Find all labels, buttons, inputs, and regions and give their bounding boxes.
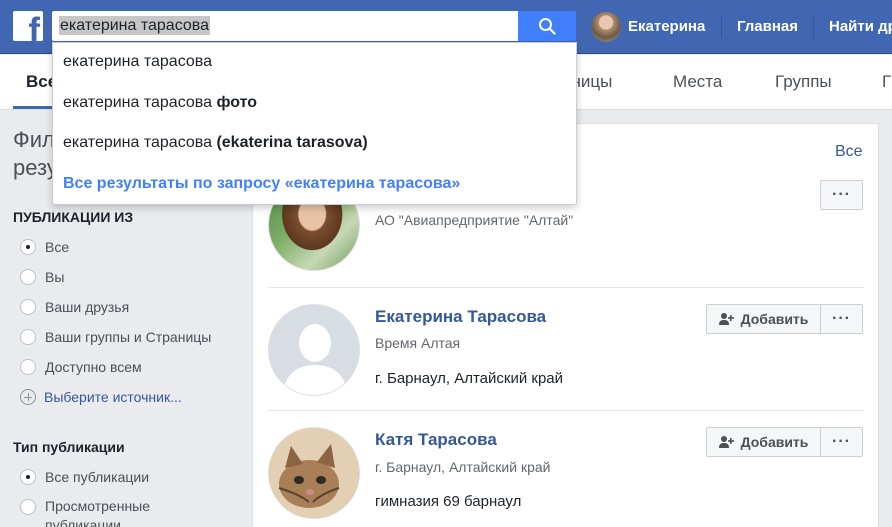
row-divider bbox=[268, 410, 864, 411]
more-options-button[interactable]: ··· bbox=[820, 304, 863, 334]
see-all-results-link[interactable]: Все результаты по запросу «екатерина тар… bbox=[63, 175, 460, 193]
tab-more[interactable]: Г bbox=[882, 72, 891, 92]
more-options-button[interactable]: ··· bbox=[820, 427, 863, 457]
avatar[interactable] bbox=[268, 304, 360, 396]
person-education: гимназия 69 барнаул bbox=[375, 493, 522, 510]
tab-places[interactable]: Места bbox=[673, 72, 722, 92]
add-friend-icon bbox=[718, 313, 734, 325]
posts-from-heading: ПУБЛИКАЦИИ ИЗ bbox=[13, 209, 134, 225]
search-icon bbox=[539, 18, 556, 35]
radio-option-public[interactable]: Доступно всем bbox=[20, 357, 142, 377]
radio-option-you[interactable]: Вы bbox=[20, 267, 64, 287]
search-button[interactable] bbox=[518, 11, 576, 41]
suggestion-item[interactable]: екатерина тарасова (ekaterina tarasova) bbox=[63, 134, 368, 152]
radio-button[interactable] bbox=[20, 469, 36, 485]
radio-button[interactable] bbox=[20, 329, 36, 345]
radio-button[interactable] bbox=[20, 239, 36, 255]
kitten-photo-icon bbox=[269, 428, 359, 518]
radio-option-groups-pages[interactable]: Ваши группы и Страницы bbox=[20, 327, 211, 347]
suggestion-item[interactable]: екатерина тарасова bbox=[63, 53, 212, 71]
profile-link[interactable]: Екатерина bbox=[628, 18, 705, 35]
person-workplace: АО "Авиапредприятие "Алтай" bbox=[375, 212, 574, 228]
person-location: г. Барнаул, Алтайский край bbox=[375, 370, 564, 387]
tab-groups[interactable]: Группы bbox=[775, 72, 832, 92]
facebook-logo[interactable]: f bbox=[13, 11, 43, 41]
user-avatar[interactable] bbox=[591, 12, 621, 42]
add-friend-button[interactable]: Добавить bbox=[706, 304, 821, 334]
search-input[interactable]: екатерина тарасова bbox=[52, 11, 519, 41]
find-friends-link[interactable]: Найти др bbox=[829, 18, 892, 35]
add-friend-button[interactable]: Добавить bbox=[706, 427, 821, 457]
see-all-link[interactable]: Все bbox=[835, 143, 863, 161]
radio-option-friends[interactable]: Ваши друзья bbox=[20, 297, 129, 317]
nav-divider bbox=[721, 16, 722, 38]
person-name-link[interactable]: Катя Тарасова bbox=[375, 430, 497, 450]
row-divider bbox=[268, 287, 864, 288]
radio-option-viewed-posts[interactable]: Просмотренные публикации bbox=[20, 497, 240, 527]
add-friend-icon bbox=[718, 436, 734, 448]
search-suggestions-dropdown: екатерина тарасова екатерина тарасова фо… bbox=[52, 42, 577, 205]
suggestion-item[interactable]: екатерина тарасова фото bbox=[63, 94, 257, 112]
post-type-heading: Тип публикации bbox=[13, 439, 125, 455]
radio-button[interactable] bbox=[20, 299, 36, 315]
radio-button[interactable] bbox=[20, 269, 36, 285]
person-location: г. Барнаул, Алтайский край bbox=[375, 459, 551, 475]
avatar[interactable] bbox=[268, 427, 360, 519]
search-input-value[interactable]: екатерина тарасова bbox=[59, 16, 210, 35]
radio-button[interactable] bbox=[20, 499, 36, 515]
plus-circle-icon bbox=[20, 389, 36, 405]
radio-option-all[interactable]: Все bbox=[20, 237, 69, 257]
radio-button[interactable] bbox=[20, 359, 36, 375]
person-workplace: Время Алтая bbox=[375, 335, 461, 351]
default-profile-silhouette-icon bbox=[269, 305, 359, 395]
nav-divider bbox=[813, 16, 814, 38]
radio-option-all-posts[interactable]: Все публикации bbox=[20, 467, 149, 487]
person-name-link[interactable]: Екатерина Тарасова bbox=[375, 307, 546, 327]
home-link[interactable]: Главная bbox=[737, 18, 798, 35]
choose-source-link[interactable]: Выберите источник... bbox=[20, 387, 182, 407]
more-options-button[interactable]: ··· bbox=[820, 180, 863, 210]
